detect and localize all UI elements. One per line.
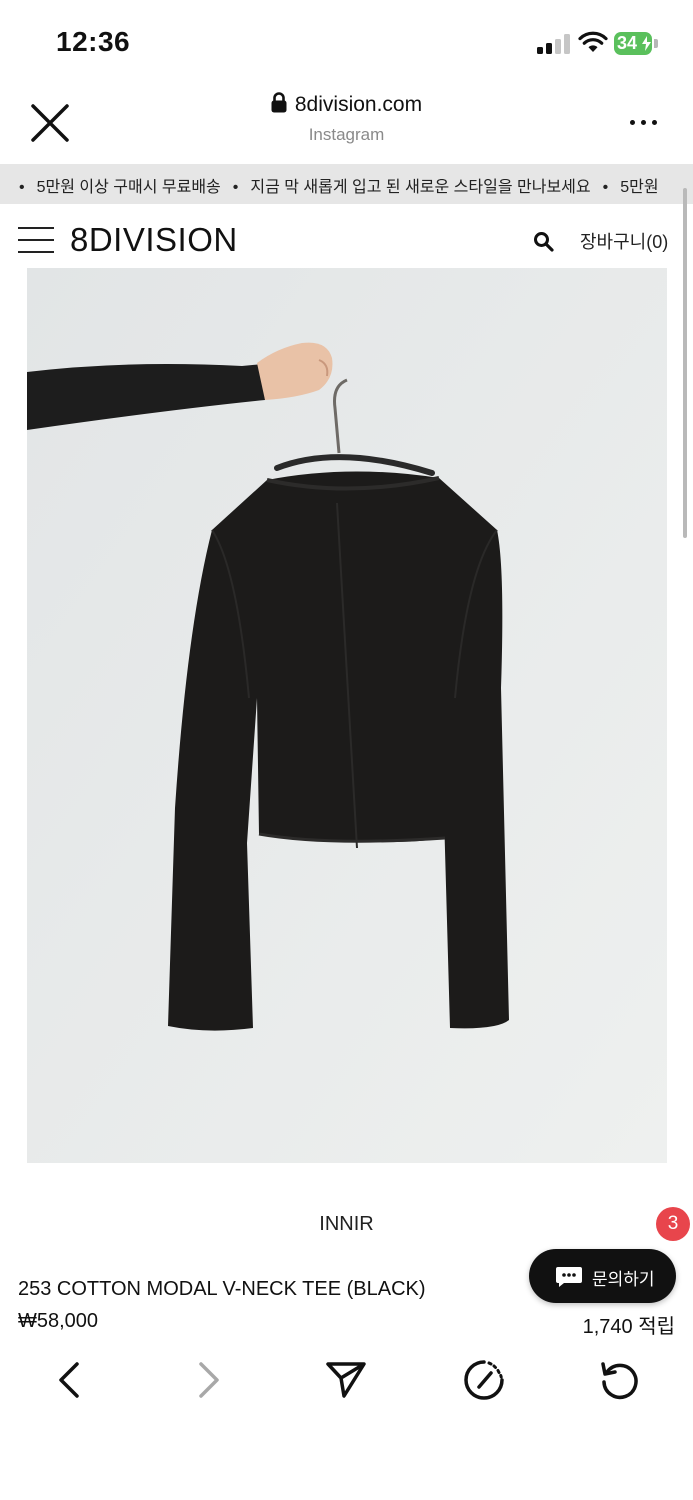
announcement-item: 지금 막 새롭게 입고 된 새로운 스타일을 만나보세요: [250, 179, 591, 196]
browser-bottom-nav: [0, 1340, 693, 1420]
site-logo[interactable]: 8DIVISION: [70, 221, 238, 259]
product-name: 253 COTTON MODAL V-NECK TEE (BLACK): [18, 1278, 426, 1300]
site-header: 8DIVISION 장바구니(0): [0, 204, 693, 272]
battery-charging-icon: 34: [614, 32, 658, 55]
wifi-icon: [578, 31, 608, 52]
cart-link[interactable]: 장바구니(0): [580, 228, 668, 254]
chat-bubble-icon: [556, 1267, 582, 1287]
status-bar: 12:36 34: [0, 0, 693, 80]
menu-icon[interactable]: [18, 227, 54, 253]
chat-label: 문의하기: [592, 1270, 655, 1289]
url-text: 8division.com: [294, 93, 423, 116]
announcement-marquee: • 5만원 이상 구매시 무료배송 • 지금 막 새롭게 입고 된 새로운 스타일을 …: [0, 164, 693, 204]
url-display[interactable]: 8division.com: [0, 92, 693, 117]
home-indicator: [209, 1478, 485, 1488]
reward-points: 1,740 적립: [582, 1316, 675, 1338]
product-price: ₩58,000: [18, 1310, 99, 1332]
announcement-track: • 5만원 이상 구매시 무료배송 • 지금 막 새롭게 입고 된 새로운 스타일을 …: [19, 179, 659, 196]
share-icon[interactable]: [324, 1358, 368, 1402]
status-time: 12:36: [56, 26, 131, 57]
announcement-item: 5만원 이상 구매시 무료배송: [36, 179, 221, 196]
lock-icon: [271, 92, 287, 113]
more-icon[interactable]: [628, 118, 660, 128]
chat-unread-badge: 3: [656, 1207, 690, 1241]
product-brand[interactable]: INNIR: [0, 1213, 693, 1236]
battery-level: 34: [617, 33, 638, 53]
search-icon[interactable]: [533, 231, 555, 253]
back-arrow-icon[interactable]: [48, 1358, 92, 1402]
product-photo: [27, 268, 667, 1163]
chat-inquiry-button[interactable]: 문의하기: [529, 1249, 676, 1303]
product-image[interactable]: [27, 268, 667, 1163]
cellular-signal-icon: [537, 34, 571, 54]
browser-source-label: Instagram: [308, 125, 385, 144]
scrollbar[interactable]: [683, 188, 687, 538]
announcement-item: 5만원: [620, 179, 659, 196]
speed-dial-icon[interactable]: [462, 1358, 506, 1402]
forward-arrow-icon[interactable]: [186, 1358, 230, 1402]
in-app-browser-header: 8division.com Instagram: [0, 80, 693, 164]
reload-icon[interactable]: [598, 1358, 642, 1402]
